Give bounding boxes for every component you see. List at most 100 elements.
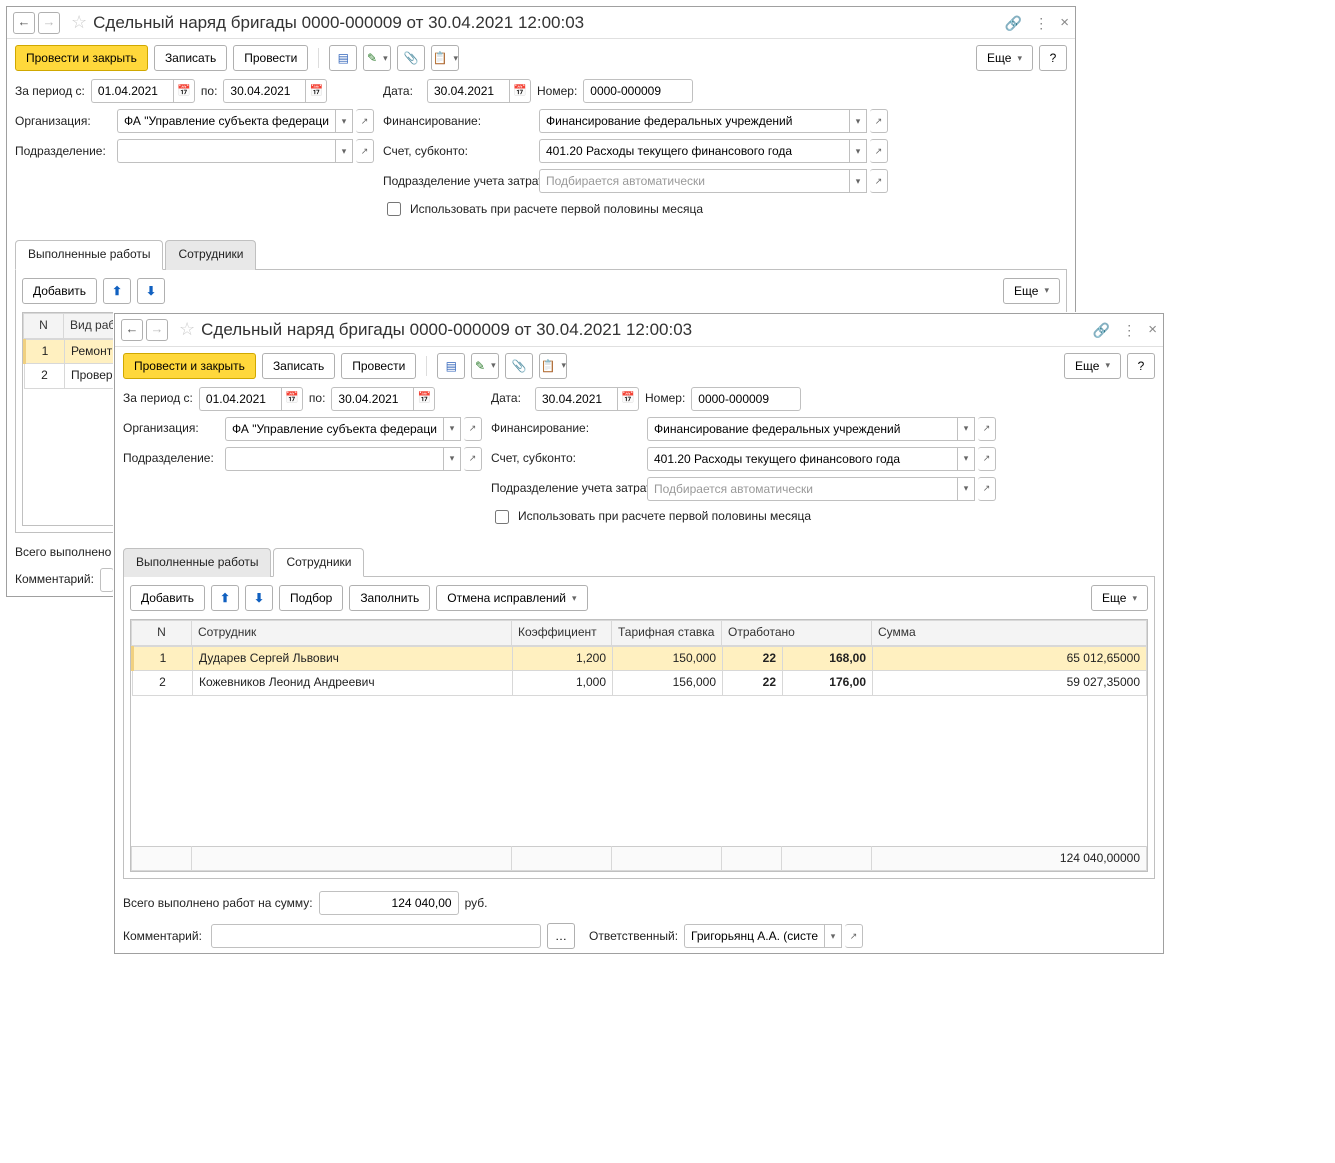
dropdown-icon[interactable]: ▾: [824, 924, 842, 948]
dept-input[interactable]: [117, 139, 335, 163]
link-icon[interactable]: 🔗: [1093, 321, 1110, 339]
open-ref-icon[interactable]: ↗: [978, 447, 996, 471]
open-ref-icon[interactable]: ↗: [870, 139, 888, 163]
close-icon[interactable]: ×: [1148, 320, 1157, 340]
help-button[interactable]: ?: [1039, 45, 1067, 71]
comment-ellipsis-button[interactable]: …: [547, 923, 575, 949]
open-ref-icon[interactable]: ↗: [870, 169, 888, 193]
col-sum[interactable]: Сумма: [872, 621, 1147, 646]
more-button[interactable]: Еще▾: [1064, 353, 1121, 379]
date-input[interactable]: [535, 387, 617, 411]
dropdown-icon[interactable]: ▾: [849, 109, 867, 133]
calendar-icon[interactable]: 📅: [173, 79, 195, 103]
favorite-icon[interactable]: ☆: [71, 11, 87, 34]
period-to-input[interactable]: [331, 387, 413, 411]
post-button[interactable]: Провести: [233, 45, 308, 71]
save-button[interactable]: Записать: [154, 45, 227, 71]
calendar-icon[interactable]: 📅: [281, 387, 303, 411]
calendar-icon[interactable]: 📅: [305, 79, 327, 103]
col-rate[interactable]: Тарифная ставка: [612, 621, 722, 646]
more-button[interactable]: Еще▾: [976, 45, 1033, 71]
col-n[interactable]: N: [24, 313, 64, 338]
org-input[interactable]: [117, 109, 335, 133]
dropdown-icon[interactable]: ▾: [335, 139, 353, 163]
first-half-checkbox[interactable]: [495, 510, 509, 524]
cost-dept-input[interactable]: [539, 169, 849, 193]
dept-input[interactable]: [225, 447, 443, 471]
account-input[interactable]: [539, 139, 849, 163]
number-input[interactable]: [583, 79, 693, 103]
kebab-icon[interactable]: ⋮: [1034, 14, 1048, 32]
nav-back-button[interactable]: ←: [121, 319, 143, 341]
table-more-button[interactable]: Еще▾: [1003, 278, 1060, 304]
nav-forward-button[interactable]: →: [146, 319, 168, 341]
financing-input[interactable]: [539, 109, 849, 133]
dropdown-icon[interactable]: ▾: [443, 417, 461, 441]
dropdown-icon[interactable]: ▾: [335, 109, 353, 133]
paste-icon-button[interactable]: 📋▾: [431, 45, 459, 71]
dropdown-icon[interactable]: ▾: [849, 169, 867, 193]
first-half-checkbox[interactable]: [387, 202, 401, 216]
edit-icon-button[interactable]: ✎▾: [471, 353, 499, 379]
add-button[interactable]: Добавить: [130, 585, 205, 611]
dropdown-icon[interactable]: ▾: [957, 417, 975, 441]
col-worked[interactable]: Отработано: [722, 621, 872, 646]
open-ref-icon[interactable]: ↗: [356, 109, 374, 133]
attach-icon-button[interactable]: 📎: [397, 45, 425, 71]
tab-works[interactable]: Выполненные работы: [123, 548, 271, 578]
add-button[interactable]: Добавить: [22, 278, 97, 304]
period-from-input[interactable]: [91, 79, 173, 103]
table-row[interactable]: 2 Кожевников Леонид Андреевич 1,000 156,…: [133, 671, 1147, 696]
kebab-icon[interactable]: ⋮: [1122, 321, 1136, 339]
open-ref-icon[interactable]: ↗: [978, 477, 996, 501]
attach-icon-button[interactable]: 📎: [505, 353, 533, 379]
doc-icon-button[interactable]: ▤: [329, 45, 357, 71]
table-row[interactable]: 1 Дударев Сергей Львович 1,200 150,000 2…: [133, 646, 1147, 671]
favorite-icon[interactable]: ☆: [179, 318, 195, 341]
close-icon[interactable]: ×: [1060, 13, 1069, 33]
open-ref-icon[interactable]: ↗: [870, 109, 888, 133]
help-button[interactable]: ?: [1127, 353, 1155, 379]
cancel-fix-button[interactable]: Отмена исправлений▾: [436, 585, 587, 611]
comment-input[interactable]: [211, 924, 541, 948]
pick-button[interactable]: Подбор: [279, 585, 343, 611]
post-button[interactable]: Провести: [341, 353, 416, 379]
tab-works[interactable]: Выполненные работы: [15, 240, 163, 270]
number-input[interactable]: [691, 387, 801, 411]
move-down-button[interactable]: ⬇: [245, 585, 273, 611]
move-up-button[interactable]: ⬆: [211, 585, 239, 611]
tab-employees[interactable]: Сотрудники: [273, 548, 364, 578]
tab-employees[interactable]: Сотрудники: [165, 240, 256, 270]
save-button[interactable]: Записать: [262, 353, 335, 379]
nav-back-button[interactable]: ←: [13, 12, 35, 34]
col-coef[interactable]: Коэффициент: [512, 621, 612, 646]
dropdown-icon[interactable]: ▾: [443, 447, 461, 471]
calendar-icon[interactable]: 📅: [617, 387, 639, 411]
table-more-button[interactable]: Еще▾: [1091, 585, 1148, 611]
period-to-input[interactable]: [223, 79, 305, 103]
open-ref-icon[interactable]: ↗: [845, 924, 863, 948]
edit-icon-button[interactable]: ✎▾: [363, 45, 391, 71]
nav-forward-button[interactable]: →: [38, 12, 60, 34]
paste-icon-button[interactable]: 📋▾: [539, 353, 567, 379]
dropdown-icon[interactable]: ▾: [957, 447, 975, 471]
col-employee[interactable]: Сотрудник: [192, 621, 512, 646]
dropdown-icon[interactable]: ▾: [849, 139, 867, 163]
account-input[interactable]: [647, 447, 957, 471]
fill-button[interactable]: Заполнить: [349, 585, 430, 611]
calendar-icon[interactable]: 📅: [413, 387, 435, 411]
calendar-icon[interactable]: 📅: [509, 79, 531, 103]
post-and-close-button[interactable]: Провести и закрыть: [15, 45, 148, 71]
period-from-input[interactable]: [199, 387, 281, 411]
responsible-input[interactable]: [684, 924, 824, 948]
open-ref-icon[interactable]: ↗: [464, 417, 482, 441]
comment-input[interactable]: [100, 568, 114, 592]
post-and-close-button[interactable]: Провести и закрыть: [123, 353, 256, 379]
org-input[interactable]: [225, 417, 443, 441]
dropdown-icon[interactable]: ▾: [957, 477, 975, 501]
move-up-button[interactable]: ⬆: [103, 278, 131, 304]
open-ref-icon[interactable]: ↗: [356, 139, 374, 163]
financing-input[interactable]: [647, 417, 957, 441]
doc-icon-button[interactable]: ▤: [437, 353, 465, 379]
open-ref-icon[interactable]: ↗: [464, 447, 482, 471]
